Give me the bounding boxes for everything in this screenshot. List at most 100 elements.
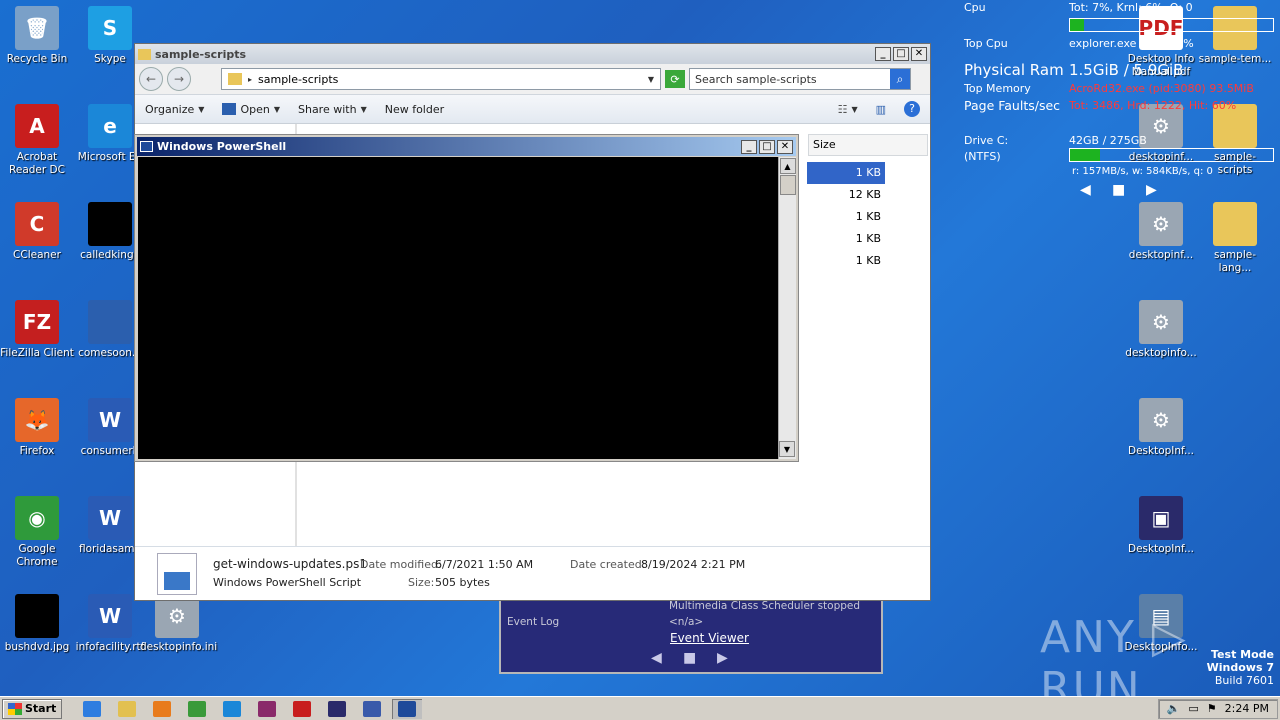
drive-value: 42GB / 275GB <box>1069 134 1147 147</box>
file-row-size[interactable]: 1 KB <box>807 228 885 250</box>
desktop-icon-firefox[interactable]: 🦊 Firefox <box>0 398 74 458</box>
column-header-size[interactable]: Size <box>808 134 928 156</box>
ps-close-button[interactable]: ✕ <box>777 139 793 154</box>
desktop-icon-desktopinf-2[interactable]: ⚙ desktopinf... <box>1124 202 1198 262</box>
desktop-icon-label: Acrobat Reader DC <box>9 151 65 176</box>
filezilla-icon: FZ <box>15 300 59 344</box>
taskbar-app-ie[interactable] <box>77 699 107 719</box>
file-row-size[interactable]: 12 KB <box>807 184 885 206</box>
help-button[interactable]: ? <box>904 101 920 117</box>
console-area[interactable] <box>138 157 778 459</box>
powershell-titlebar[interactable]: Windows PowerShell _ □ ✕ <box>137 137 796 156</box>
desktop-icon-desktopinf-5[interactable]: ▣ DesktopInf... <box>1124 496 1198 556</box>
details-filename: get-windows-updates.ps1 <box>213 557 367 571</box>
file-row-size[interactable]: 1 KB <box>807 250 885 272</box>
taskbar-app-edge[interactable] <box>217 699 247 719</box>
scroll-thumb[interactable] <box>779 175 796 195</box>
explorer-titlebar[interactable]: sample-scripts _ □ ✕ <box>135 44 930 64</box>
stop-icon[interactable]: ■ <box>1112 182 1125 198</box>
details-size-label: Size: <box>408 576 435 589</box>
preview-pane-button[interactable]: ▥ <box>876 103 886 116</box>
share-button[interactable]: Share with ▼ <box>298 103 367 116</box>
drive-fs: (NTFS) <box>964 150 1001 163</box>
search-input[interactable]: Search sample-scripts ⌕ <box>689 68 911 90</box>
ps-minimize-button[interactable]: _ <box>741 139 757 154</box>
taskbar-app-chrome[interactable] <box>182 699 212 719</box>
desktop-icon-label: bushdvd.jpg <box>4 641 70 653</box>
forward-button[interactable]: → <box>167 67 191 91</box>
flag-icon[interactable]: ⚑ <box>1207 702 1217 715</box>
taskbar-app-winrar[interactable] <box>252 699 282 719</box>
prev-event-icon[interactable]: ◀ <box>651 650 662 666</box>
details-size: 505 bytes <box>435 576 490 589</box>
desktop-icon-filezilla[interactable]: FZ FileZilla Client <box>0 300 74 360</box>
open-label: Open <box>240 102 270 116</box>
taskbar-app-desktopinfo[interactable] <box>322 699 352 719</box>
clock[interactable]: 2:24 PM <box>1225 702 1269 715</box>
test-mode-line2: Windows 7 <box>1206 661 1274 674</box>
details-modified: 6/7/2021 1:50 AM <box>435 558 534 571</box>
test-mode-line3: Build 7601 <box>1214 674 1274 687</box>
desktop-icon-chrome[interactable]: ◉ Google Chrome <box>0 496 74 569</box>
desktop-icon-desktopinf-4[interactable]: ⚙ DesktopInf... <box>1124 398 1198 458</box>
chevron-right-icon[interactable]: ▸ <box>248 75 252 84</box>
taskbar-app-tool[interactable] <box>357 699 387 719</box>
taskbar-app-media[interactable] <box>147 699 177 719</box>
bushdvd-icon <box>15 594 59 638</box>
taskbar-app-powershell[interactable] <box>392 698 423 719</box>
tool-icon <box>363 700 382 717</box>
event-na: <n/a> <box>669 616 704 628</box>
search-icon[interactable]: ⌕ <box>890 69 910 89</box>
chevron-down-icon[interactable]: ▼ <box>648 75 654 84</box>
back-button[interactable]: ← <box>139 67 163 91</box>
refresh-icon[interactable]: ⟳ <box>665 70 685 88</box>
cpu-label: Cpu <box>964 1 986 14</box>
ps-maximize-button[interactable]: □ <box>759 139 775 154</box>
file-row-size[interactable]: 1 KB <box>807 206 885 228</box>
view-button[interactable]: ☷ ▼ <box>838 103 858 116</box>
organize-label: Organize <box>145 102 195 116</box>
stop-event-icon[interactable]: ■ <box>683 650 696 666</box>
desktop-icon-recycle-bin[interactable]: 🗑 Recycle Bin <box>0 6 74 66</box>
organize-button[interactable]: Organize ▼ <box>145 103 204 116</box>
firefox-icon: 🦊 <box>15 398 59 442</box>
scroll-up-icon[interactable]: ▲ <box>779 158 796 174</box>
scroll-down-icon[interactable]: ▼ <box>779 441 795 457</box>
open-button[interactable]: Open ▼ <box>222 103 280 116</box>
consumerb-icon: W <box>88 398 132 442</box>
desktop-icon-desktopinfo-ini[interactable]: ⚙ desktopinfo.ini <box>140 594 217 654</box>
desktop-icon-label: Recycle Bin <box>6 53 68 65</box>
maximize-button[interactable]: □ <box>893 47 909 61</box>
chrome-icon: ◉ <box>15 496 59 540</box>
powershell-window[interactable]: Windows PowerShell _ □ ✕ ▲ ▼ <box>134 134 799 462</box>
minimize-button[interactable]: _ <box>875 47 891 61</box>
desktop-icon-ccleaner[interactable]: C CCleaner <box>0 202 74 262</box>
next-event-icon[interactable]: ▶ <box>717 650 728 666</box>
system-tray: 🔈 ▭ ⚑ 2:24 PM <box>1157 698 1278 719</box>
new-folder-button[interactable]: New folder <box>385 103 444 116</box>
desktop-icon-acrobat[interactable]: A Acrobat Reader DC <box>0 104 74 177</box>
start-label: Start <box>25 702 57 715</box>
start-button[interactable]: Start <box>2 698 63 719</box>
close-button[interactable]: ✕ <box>911 47 927 61</box>
desktop-icon-label: Google Chrome <box>16 543 58 568</box>
next-page-icon[interactable]: ▶ <box>1146 182 1157 198</box>
taskbar-app-explorer[interactable] <box>112 699 142 719</box>
desktop-icon-bushdvd[interactable]: bushdvd.jpg <box>0 594 74 654</box>
infofacility-icon: W <box>88 594 132 638</box>
address-bar[interactable]: ▸ sample-scripts ▼ <box>221 68 661 90</box>
command-bar: Organize ▼ Open ▼ Share with ▼ New folder ☷… <box>135 94 930 124</box>
taskbar: Start 🔈 ▭ ⚑ 2:24 PM <box>0 696 1280 720</box>
volume-icon[interactable]: 🔈 <box>1167 702 1181 715</box>
desktop-icon-desktopinfo-3[interactable]: ⚙ desktopinfo... <box>1124 300 1198 360</box>
event-viewer-link[interactable]: Event Viewer <box>670 631 749 645</box>
ie-icon <box>83 700 102 717</box>
prev-page-icon[interactable]: ◀ <box>1080 182 1091 198</box>
vertical-scrollbar[interactable]: ▲ ▼ <box>778 157 796 459</box>
desktop-icon-sample-lang[interactable]: sample-lang... <box>1198 202 1272 275</box>
desktop-icon-infofacility[interactable]: Winfofacility.rtf <box>73 594 147 654</box>
chevron-down-icon: ▼ <box>360 104 367 114</box>
file-row-size[interactable]: 1 KB <box>807 162 885 184</box>
network-icon[interactable]: ▭ <box>1188 702 1198 715</box>
taskbar-app-acrobat[interactable] <box>287 699 317 719</box>
